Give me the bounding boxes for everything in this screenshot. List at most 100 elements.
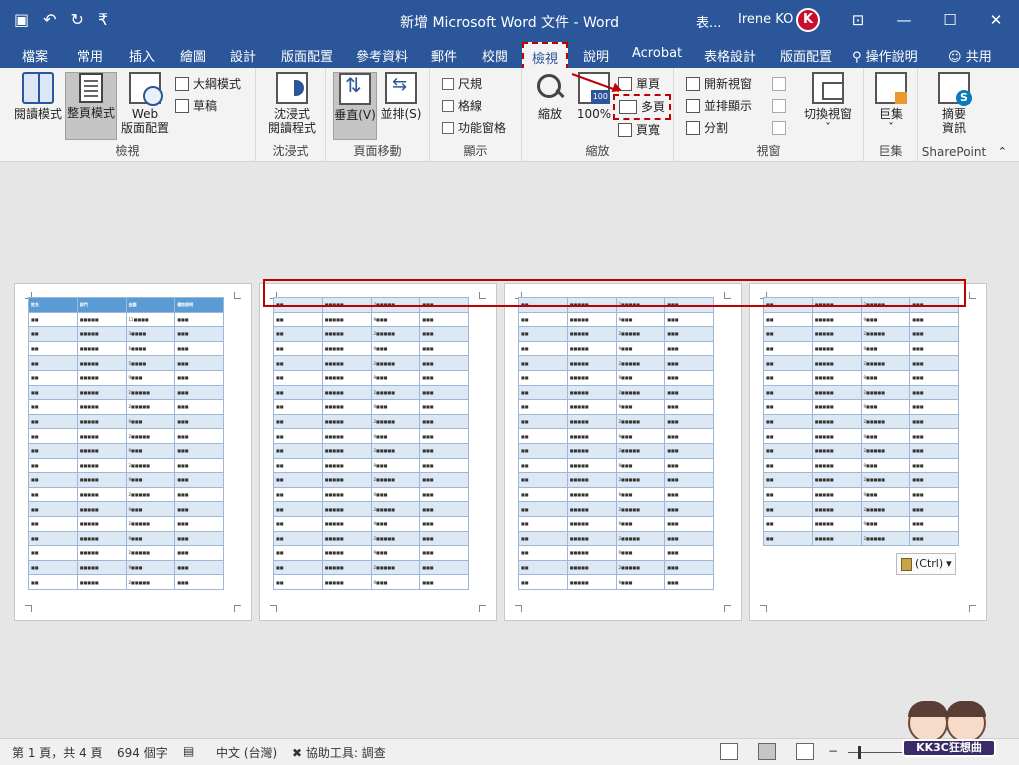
- tab-acrobat[interactable]: Acrobat: [632, 46, 682, 61]
- read-mode-view-icon[interactable]: [720, 743, 738, 760]
- page-2[interactable]: ■■ ■■■■■ 2■■■■■ ■■■ ■■ ■■■■■ 9■■■ ■■■ ■■ ■■■■■ 2■■…: [259, 283, 497, 621]
- one-page-button[interactable]: 單頁: [618, 74, 660, 94]
- table-cell: ■■■■■: [321, 442, 372, 459]
- tab-table-layout[interactable]: 版面配置: [780, 46, 832, 65]
- tab-file[interactable]: 檔案: [22, 46, 48, 65]
- table-cell: ■■■■■: [321, 399, 372, 415]
- zoom-slider-thumb[interactable]: [858, 746, 861, 759]
- gridlines-checkbox[interactable]: 格線: [442, 96, 482, 116]
- table-row: ■■ ■■■■■ 9■■■ ■■■: [518, 369, 714, 386]
- table-cell: ■■■: [909, 486, 959, 503]
- table-cell: ■■■■■: [321, 457, 372, 474]
- table-cell: ■■■■■: [566, 515, 617, 532]
- new-window-button[interactable]: 開新視窗: [686, 74, 752, 94]
- paste-options-button[interactable]: (Ctrl) ▾: [896, 553, 956, 575]
- contextual-tab-hint: 表...: [696, 16, 722, 31]
- table-cell: ■■■■■: [811, 399, 862, 415]
- table-row: ■■ ■■■■■ 9■■■ ■■■: [273, 399, 469, 415]
- tell-me-search[interactable]: ⚲ 操作說明: [852, 46, 918, 65]
- tab-references[interactable]: 參考資料: [356, 46, 408, 65]
- ribbon-display-icon[interactable]: ⊡: [835, 0, 881, 42]
- language[interactable]: 中文 (台灣): [216, 744, 277, 761]
- word-count[interactable]: 694 個字: [117, 744, 168, 761]
- outline-button[interactable]: 大綱模式: [175, 74, 241, 94]
- table-cell: ■■: [763, 369, 813, 386]
- summary-info-button[interactable]: 摘要 資訊: [932, 72, 976, 135]
- web-layout-view-icon[interactable]: [796, 743, 814, 760]
- table-cell: ■■: [28, 515, 78, 532]
- page-1[interactable]: 姓名 部門 金額 備註說明 ■■ ■■■■■ 11■■■■ ■■■ ■■ ■■■■■ 3■■…: [14, 283, 252, 621]
- table-cell: 9■■■: [615, 486, 666, 503]
- tab-view[interactable]: 檢視: [522, 42, 569, 70]
- tab-home[interactable]: 常用: [77, 46, 103, 65]
- multiple-pages-button[interactable]: 多頁: [613, 94, 672, 120]
- view-side-by-side-button[interactable]: [772, 74, 786, 94]
- proofing-icon[interactable]: ▤: [183, 744, 194, 758]
- table-cell: 2■■■■■: [370, 384, 421, 401]
- reset-window-position-button[interactable]: [772, 118, 786, 138]
- arrange-all-button[interactable]: 並排顯示: [686, 96, 752, 116]
- table-cell: ■■■■■: [811, 355, 862, 371]
- user-avatar[interactable]: K: [796, 8, 820, 32]
- table-row: ■■ ■■■■■ 2■■■■■ ■■■: [273, 355, 469, 371]
- tab-help[interactable]: 說明: [583, 46, 609, 65]
- table-cell: ■■: [518, 486, 568, 503]
- collapse-ribbon-icon[interactable]: ⌃: [998, 145, 1007, 158]
- immersive-reader-button[interactable]: 沈浸式 閱讀程式: [264, 72, 320, 135]
- accessibility-status[interactable]: ✖ 協助工具: 調查: [292, 744, 386, 761]
- table-cell: ■■: [518, 355, 568, 371]
- table-cell: ■■: [763, 326, 813, 342]
- table-cell: ■■■■■: [76, 472, 127, 488]
- split-button[interactable]: 分割: [686, 118, 728, 138]
- page-width-button[interactable]: 頁寬: [618, 120, 660, 140]
- table-row: ■■ ■■■■■ 11■■■■ ■■■: [28, 311, 224, 328]
- maximize-icon[interactable]: ☐: [927, 0, 973, 42]
- macros-button[interactable]: 巨集 ˇ: [872, 72, 910, 135]
- table-cell: 5■■■■: [125, 355, 176, 371]
- ruler-checkbox[interactable]: 尺規: [442, 74, 482, 94]
- data-table: 姓名 部門 金額 備註說明 ■■ ■■■■■ 11■■■■ ■■■ ■■ ■■■■■ 3■■…: [28, 297, 224, 590]
- minimize-icon[interactable]: —: [881, 0, 927, 42]
- side-to-side-button[interactable]: 並排(S): [378, 72, 424, 121]
- table-cell: 2■■■■■: [860, 413, 911, 430]
- tab-layout[interactable]: 版面配置: [281, 46, 333, 65]
- table-cell: ■■■■■: [566, 530, 617, 547]
- read-mode-button[interactable]: 閱讀模式: [10, 72, 66, 121]
- tab-insert[interactable]: 插入: [129, 46, 155, 65]
- table-cell: ■■■■■: [566, 574, 617, 590]
- print-layout-view-icon[interactable]: [758, 743, 776, 760]
- gridlines-check-icon: [442, 100, 454, 112]
- draft-button[interactable]: 草稿: [175, 96, 217, 116]
- table-cell: ■■■: [909, 384, 959, 401]
- tab-draw[interactable]: 繪圖: [180, 46, 206, 65]
- tab-table-design[interactable]: 表格設計: [704, 46, 756, 65]
- page-count[interactable]: 第 1 頁，共 4 頁: [12, 744, 103, 761]
- tab-mailings[interactable]: 郵件: [431, 46, 457, 65]
- web-layout-button[interactable]: Web 版面配置: [120, 72, 170, 135]
- zoom-button[interactable]: 縮放: [532, 72, 568, 121]
- table-row: ■■ ■■■■■ 9■■■ ■■■: [518, 340, 714, 357]
- tab-design[interactable]: 設計: [230, 46, 256, 65]
- document-area[interactable]: 姓名 部門 金額 備註說明 ■■ ■■■■■ 11■■■■ ■■■ ■■ ■■■■■ 3■■…: [0, 163, 1019, 738]
- table-row: ■■ ■■■■■ 2■■■■■ ■■■: [273, 384, 469, 401]
- table-cell: ■■: [28, 559, 78, 576]
- page-3[interactable]: ■■ ■■■■■ 2■■■■■ ■■■ ■■ ■■■■■ 9■■■ ■■■ ■■ ■■■■■ 2■■…: [504, 283, 742, 621]
- vertical-button[interactable]: 垂直(V): [333, 72, 377, 140]
- tab-review[interactable]: 校閱: [482, 46, 508, 65]
- table-cell: ■■■: [909, 442, 959, 459]
- zoom-100-button[interactable]: 100%: [574, 72, 614, 121]
- table-row: ■■ ■■■■■ 5■■■■ ■■■: [28, 355, 224, 371]
- close-icon[interactable]: ✕: [973, 0, 1019, 42]
- share-button[interactable]: ☺ 共用: [948, 46, 992, 65]
- zoom-out-icon[interactable]: −: [828, 744, 838, 758]
- group-sharepoint: 摘要 資訊 SharePoint: [918, 68, 990, 162]
- crop-mark: [270, 605, 277, 612]
- sync-scrolling-button[interactable]: [772, 96, 786, 116]
- table-cell: ■■: [518, 559, 568, 576]
- switch-windows-button[interactable]: 切換視窗 ˇ: [798, 72, 858, 135]
- table-cell: ■■: [273, 355, 323, 371]
- user-name[interactable]: Irene KO: [738, 12, 793, 27]
- page-width-icon: [618, 123, 632, 137]
- navigation-pane-checkbox[interactable]: 功能窗格: [442, 118, 506, 138]
- print-layout-button[interactable]: 整頁模式: [65, 72, 117, 140]
